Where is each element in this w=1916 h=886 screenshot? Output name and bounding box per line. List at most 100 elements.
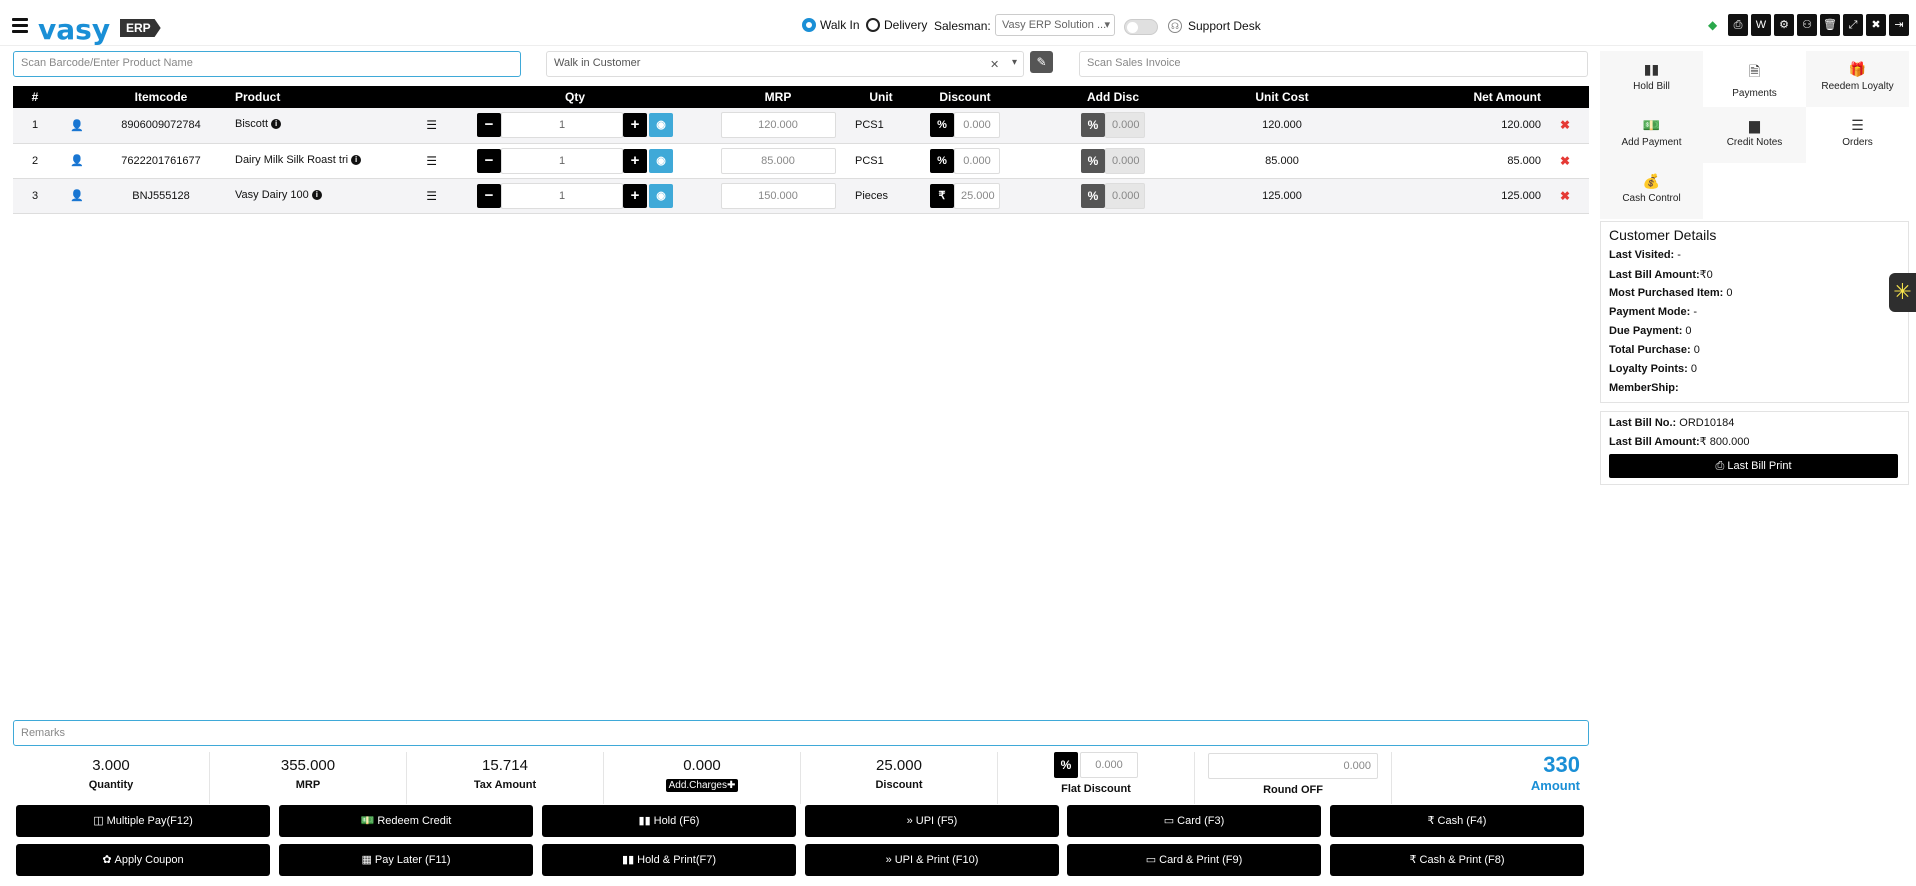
product-name: Vasy Dairy 100 bbox=[235, 188, 309, 201]
decrease-qty-button[interactable]: − bbox=[477, 148, 501, 173]
qty-input[interactable]: 1 bbox=[501, 112, 623, 139]
user-icon[interactable]: 👤 bbox=[70, 155, 84, 167]
logout-icon[interactable]: ⇥ bbox=[1889, 14, 1909, 36]
info-icon[interactable]: i bbox=[351, 154, 362, 165]
customer-select[interactable]: Walk in Customer bbox=[546, 51, 1024, 77]
discount-input[interactable]: 0.000 bbox=[954, 147, 1000, 174]
clear-customer-icon[interactable]: ✕ bbox=[990, 58, 999, 71]
card-f3-button[interactable]: ▭ Card (F3) bbox=[1067, 805, 1321, 837]
discount-type-button[interactable]: % bbox=[930, 113, 954, 138]
upi-f5-button[interactable]: » UPI (F5) bbox=[805, 805, 1059, 837]
salesman-select[interactable]: Vasy ERP Solution ... bbox=[995, 14, 1115, 36]
user-cell: 👤 bbox=[57, 178, 97, 214]
tile-hold-bill[interactable]: ▮▮ Hold Bill bbox=[1600, 51, 1703, 107]
apply-coupon-button[interactable]: ✿ Apply Coupon bbox=[16, 844, 270, 876]
round-off-label: Round OFF bbox=[1263, 784, 1323, 796]
mrp-input[interactable]: 150.000 bbox=[720, 182, 836, 209]
flat-discount-input[interactable]: 0.000 bbox=[1080, 752, 1138, 778]
redeem-credit-button[interactable]: 💵 Redeem Credit bbox=[279, 805, 533, 837]
tile-label: Hold Bill bbox=[1633, 81, 1670, 92]
mode-toggle[interactable] bbox=[1124, 19, 1158, 35]
tile-credit-notes[interactable]: ▆ Credit Notes bbox=[1703, 107, 1806, 163]
qty-cell: − 1 + ◉ bbox=[445, 108, 705, 144]
increase-qty-button[interactable]: + bbox=[623, 148, 647, 173]
product-cell: Biscott i ☰ bbox=[225, 108, 445, 144]
discount-input[interactable]: 0.000 bbox=[954, 112, 1000, 139]
hold-print-f7-button[interactable]: ▮▮ Hold & Print(F7) bbox=[542, 844, 796, 876]
user-icon[interactable]: 👤 bbox=[70, 190, 84, 202]
product-search-input[interactable]: Scan Barcode/Enter Product Name bbox=[13, 51, 521, 77]
close-icon[interactable]: ✖ bbox=[1866, 14, 1886, 36]
eye-icon[interactable]: ◉ bbox=[649, 113, 673, 138]
unit: Pieces bbox=[851, 178, 911, 214]
list-icon[interactable]: ☰ bbox=[426, 154, 437, 168]
top-bar: vasy ERP Walk In Delivery Salesman: Vasy… bbox=[0, 10, 1916, 46]
walk-in-radio[interactable]: Walk In bbox=[802, 18, 860, 32]
delete-icon[interactable]: ✖ bbox=[1560, 189, 1570, 203]
menu-icon[interactable] bbox=[12, 18, 28, 33]
col-delete bbox=[1541, 86, 1589, 108]
unit-cost: 125.000 bbox=[1207, 178, 1357, 214]
col-qty: Qty bbox=[445, 86, 705, 108]
percent-icon: % bbox=[1081, 113, 1105, 138]
hand-money-icon: 💰 bbox=[1642, 173, 1661, 189]
whatsapp-icon[interactable]: W bbox=[1751, 14, 1771, 36]
decrease-qty-button[interactable]: − bbox=[477, 113, 501, 138]
hold-f6-button[interactable]: ▮▮ Hold (F6) bbox=[542, 805, 796, 837]
delivery-radio[interactable]: Delivery bbox=[866, 18, 927, 32]
last-bill-print-button[interactable]: ⎙ Last Bill Print bbox=[1609, 454, 1898, 478]
trash-icon[interactable]: 🗑 bbox=[1820, 14, 1840, 36]
delete-cell: ✖ bbox=[1541, 143, 1589, 179]
fullscreen-icon[interactable]: ⤢ bbox=[1843, 14, 1863, 36]
increase-qty-button[interactable]: + bbox=[623, 183, 647, 208]
tile-orders[interactable]: ☰ Orders bbox=[1806, 107, 1909, 163]
qty-input[interactable]: 1 bbox=[501, 182, 623, 209]
remarks-input[interactable]: Remarks bbox=[13, 720, 1589, 746]
discount-input[interactable]: 25.000 bbox=[954, 182, 1000, 209]
card-print-f9-button[interactable]: ▭ Card & Print (F9) bbox=[1067, 844, 1321, 876]
chevron-down-icon[interactable]: ▾ bbox=[1012, 57, 1017, 68]
add-charges-button[interactable]: Add.Charges✚ bbox=[665, 779, 739, 792]
info-icon[interactable]: i bbox=[311, 189, 322, 200]
support-desk-link[interactable]: ☊ Support Desk bbox=[1168, 19, 1261, 33]
multiple-pay-f12-button[interactable]: ◫ Multiple Pay(F12) bbox=[16, 805, 270, 837]
qty-input[interactable]: 1 bbox=[501, 147, 623, 174]
cash-f4-button[interactable]: ₹ Cash (F4) bbox=[1330, 805, 1584, 837]
info-icon[interactable]: i bbox=[271, 119, 282, 130]
button-label: Cash & Print (F8) bbox=[1419, 854, 1505, 866]
discount-type-button[interactable]: % bbox=[930, 148, 954, 173]
tile-payments[interactable]: 🗎 Payments bbox=[1703, 51, 1806, 107]
increase-qty-button[interactable]: + bbox=[623, 113, 647, 138]
delete-icon[interactable]: ✖ bbox=[1560, 118, 1570, 132]
mrp-input[interactable]: 85.000 bbox=[720, 147, 836, 174]
discount-type-button[interactable]: ₹ bbox=[930, 183, 954, 208]
eye-icon[interactable]: ◉ bbox=[649, 183, 673, 208]
delete-icon[interactable]: ✖ bbox=[1560, 154, 1570, 168]
bicycle-icon[interactable]: ⚇ bbox=[1797, 14, 1817, 36]
flat-discount-type-button[interactable]: % bbox=[1054, 752, 1078, 778]
mrp-input[interactable]: 120.000 bbox=[720, 112, 836, 139]
assistant-icon[interactable]: ✳ bbox=[1889, 273, 1916, 312]
detail-value: - bbox=[1674, 249, 1681, 261]
edit-customer-button[interactable]: ✎ bbox=[1030, 51, 1053, 73]
decrease-qty-button[interactable]: − bbox=[477, 183, 501, 208]
detail-value: 0 bbox=[1723, 287, 1733, 299]
print-icon[interactable]: ⎙ bbox=[1728, 14, 1748, 36]
user-icon[interactable]: 👤 bbox=[70, 120, 84, 132]
list-icon[interactable]: ☰ bbox=[426, 118, 437, 132]
customer-detail-row: Most Purchased Item: 0 bbox=[1609, 287, 1900, 300]
round-off-input[interactable]: 0.000 bbox=[1208, 753, 1378, 779]
money-icon: 💵 bbox=[1642, 117, 1661, 133]
tile-reedem-loyalty[interactable]: 🎁 Reedem Loyalty bbox=[1806, 51, 1909, 107]
settings-icon[interactable]: ⚙ bbox=[1774, 14, 1794, 36]
tile-add-payment[interactable]: 💵 Add Payment bbox=[1600, 107, 1703, 163]
sales-invoice-input[interactable]: Scan Sales Invoice bbox=[1079, 51, 1588, 77]
tile-cash-control[interactable]: 💰 Cash Control bbox=[1600, 163, 1703, 219]
cash-print-f8-button[interactable]: ₹ Cash & Print (F8) bbox=[1330, 844, 1584, 876]
eye-icon[interactable]: ◉ bbox=[649, 148, 673, 173]
list-icon[interactable]: ☰ bbox=[426, 189, 437, 203]
detail-value: - bbox=[1690, 306, 1698, 318]
upi-print-f10-button[interactable]: » UPI & Print (F10) bbox=[805, 844, 1059, 876]
pay-later-f11-button[interactable]: ▦ Pay Later (F11) bbox=[279, 844, 533, 876]
user-cell: 👤 bbox=[57, 108, 97, 144]
